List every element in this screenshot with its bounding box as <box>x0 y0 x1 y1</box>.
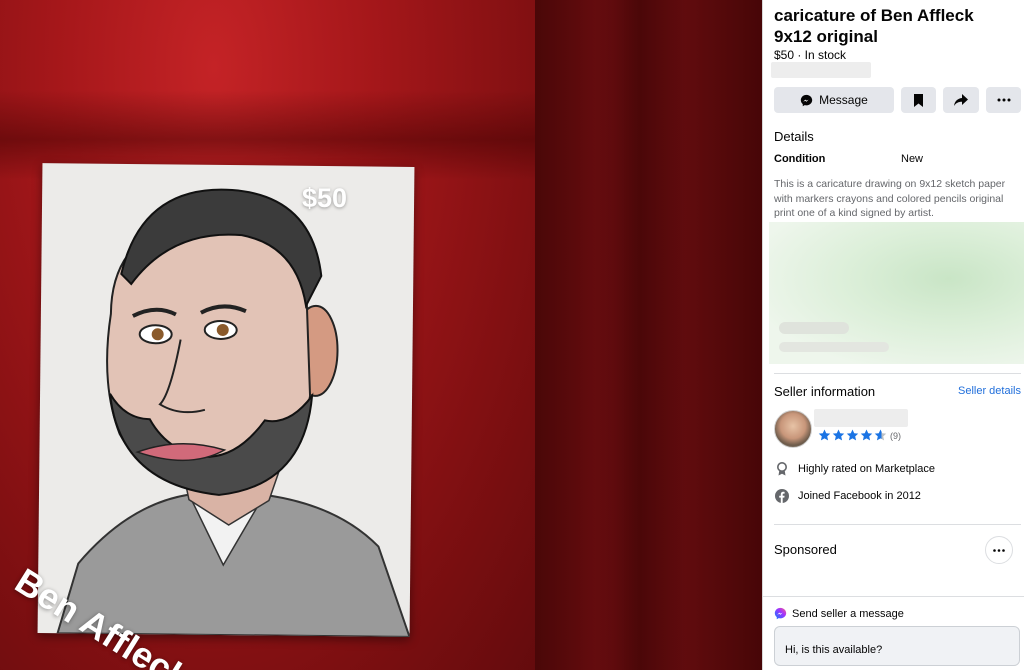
seller-information-heading: Seller information <box>774 384 876 399</box>
listing-photo: $50 Ben Affleck <box>0 0 535 670</box>
facebook-icon <box>775 489 789 503</box>
seller-avatar[interactable] <box>774 410 812 448</box>
star-icon <box>846 429 859 441</box>
location-map[interactable] <box>769 222 1024 364</box>
highly-rated-row: Highly rated on Marketplace <box>774 461 935 477</box>
condition-label: Condition <box>774 153 826 165</box>
messenger-icon <box>774 607 787 620</box>
more-dots-icon <box>997 98 1010 102</box>
redacted-map-label <box>779 322 849 334</box>
messenger-icon <box>800 94 813 106</box>
listing-details-panel: caricature of Ben Affleck 9x12 original … <box>762 0 1024 670</box>
listing-title: caricature of Ben Affleck 9x12 original <box>774 6 974 46</box>
listing-description: This is a caricature drawing on 9x12 ske… <box>774 178 1006 219</box>
send-seller-message-text: Send seller a message <box>792 607 904 620</box>
highly-rated-text: Highly rated on Marketplace <box>798 463 935 475</box>
listing-photo-viewer[interactable]: $50 Ben Affleck <box>0 0 762 670</box>
caricature-drawing <box>37 163 415 638</box>
divider <box>774 524 1021 525</box>
star-icon <box>860 429 873 441</box>
message-input[interactable] <box>774 626 1020 666</box>
send-seller-message-label: Send seller a message <box>774 607 904 620</box>
redacted-location <box>771 62 871 78</box>
badge-icon <box>777 462 787 476</box>
share-button[interactable] <box>943 87 979 113</box>
seller-rating-stars: (9) <box>818 429 901 442</box>
send-message-footer: Send seller a message <box>763 596 1024 670</box>
caricature-illustration <box>56 188 411 638</box>
blurred-background <box>535 0 762 670</box>
sponsored-more-button[interactable] <box>985 536 1013 564</box>
bookmark-icon <box>914 93 923 107</box>
save-button[interactable] <box>901 87 936 113</box>
listing-price-status: $50 · In stock <box>774 48 847 62</box>
joined-facebook-text: Joined Facebook in 2012 <box>798 490 921 502</box>
redacted-seller-name <box>814 409 908 427</box>
divider <box>774 373 1021 374</box>
condition-value: New <box>901 153 924 165</box>
sponsored-heading: Sponsored <box>774 542 837 557</box>
rating-count: (9) <box>890 430 901 441</box>
message-button[interactable]: Message <box>774 87 894 113</box>
message-button-label: Message <box>819 93 868 107</box>
price-overlay-text: $50 <box>302 183 348 213</box>
seller-details-link[interactable]: Seller details <box>958 385 1021 397</box>
star-icon <box>818 429 831 441</box>
details-heading: Details <box>774 129 814 144</box>
more-dots-icon <box>993 548 1005 552</box>
share-icon <box>954 94 968 106</box>
more-options-button[interactable] <box>986 87 1021 113</box>
star-icon <box>832 429 845 441</box>
star-half-icon <box>874 429 887 441</box>
redacted-map-sublabel <box>779 342 889 352</box>
joined-facebook-row: Joined Facebook in 2012 <box>774 488 921 504</box>
